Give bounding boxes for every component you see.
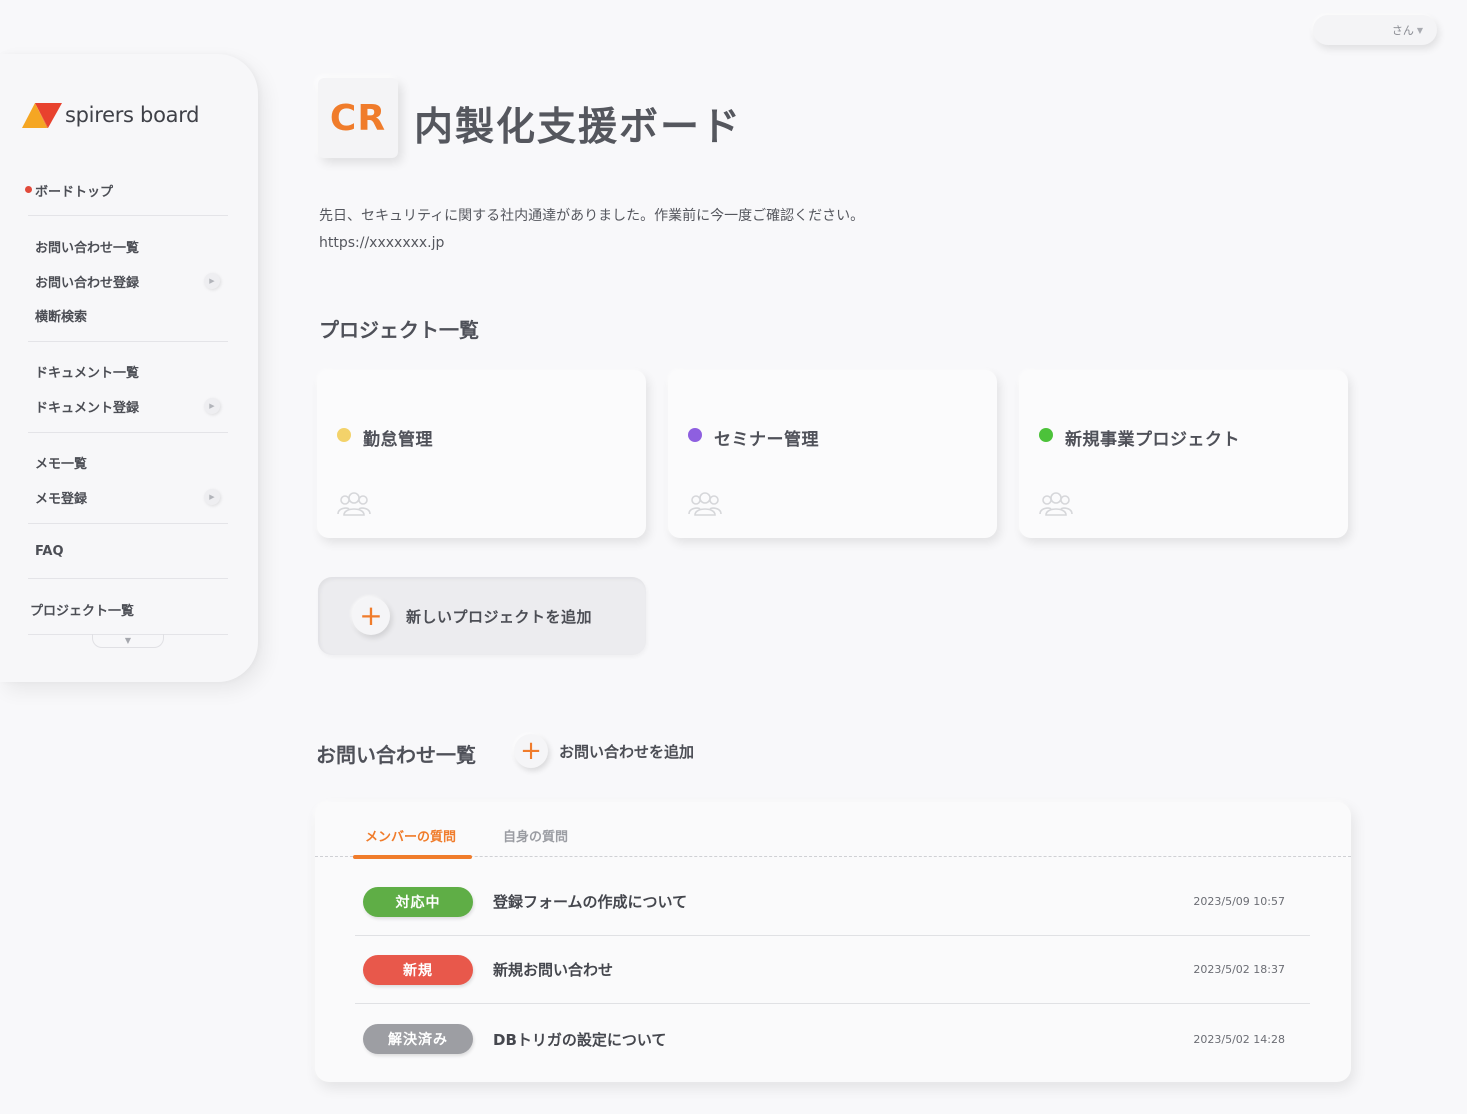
- sidebar-item-label: メモ登録: [35, 492, 88, 507]
- sidebar-item-label: メモ一覧: [35, 457, 88, 472]
- project-color-dot: [337, 428, 351, 442]
- add-project-button[interactable]: + 新しいプロジェクトを追加: [318, 577, 646, 655]
- status-badge: 新規: [363, 954, 473, 985]
- add-project-label: 新しいプロジェクトを追加: [406, 607, 593, 626]
- sidebar-item-label: ドキュメント一覧: [35, 366, 140, 381]
- sidebar-divider: [28, 578, 228, 579]
- inquiry-date: 2023/5/02 14:28: [1193, 1032, 1285, 1046]
- sidebar-item-cross-search[interactable]: 横断検索: [35, 306, 87, 325]
- user-menu[interactable]: さん ▼: [1313, 15, 1437, 45]
- page-title: 内製化支援ボード: [414, 105, 743, 150]
- logo-icon: [22, 103, 62, 128]
- members-icon: [1039, 492, 1073, 516]
- sidebar-item-project-list[interactable]: プロジェクト一覧: [30, 600, 134, 619]
- sidebar-divider: [28, 215, 228, 216]
- project-color-dot: [1039, 428, 1053, 442]
- inquiry-row[interactable]: 新規 新規お問い合わせ 2023/5/02 18:37: [355, 936, 1310, 1004]
- inquiry-row[interactable]: 対応中 登録フォームの作成について 2023/5/09 10:57: [355, 868, 1310, 936]
- project-card[interactable]: 勤怠管理: [317, 370, 646, 538]
- inquiry-title: 新規お問い合わせ: [493, 961, 614, 979]
- board-badge: CR: [318, 78, 398, 158]
- inquiry-title: 登録フォームの作成について: [493, 893, 688, 911]
- project-name: 勤怠管理: [363, 430, 433, 450]
- sidebar: spirers board ボードトップ お問い合わせ一覧 お問い合わせ登録 ▶…: [0, 54, 258, 682]
- members-icon: [337, 492, 371, 516]
- plus-icon: +: [352, 597, 390, 635]
- sidebar-item-inquiry-register[interactable]: お問い合わせ登録: [35, 272, 139, 291]
- status-badge: 解決済み: [363, 1024, 473, 1054]
- projects-section-title: プロジェクト一覧: [319, 318, 479, 342]
- sidebar-item-memo-register[interactable]: メモ登録: [35, 488, 87, 507]
- sidebar-item-faq[interactable]: FAQ: [35, 544, 64, 559]
- inquiry-date: 2023/5/02 18:37: [1193, 963, 1285, 976]
- sidebar-item-label: 横断検索: [35, 310, 88, 325]
- play-icon[interactable]: ▶: [204, 273, 220, 289]
- inquiry-row[interactable]: 解決済み DBトリガの設定について 2023/5/02 14:28: [355, 1005, 1310, 1073]
- sidebar-divider: [28, 432, 228, 433]
- sidebar-item-label: ドキュメント登録: [35, 401, 140, 416]
- inquiry-date: 2023/5/09 10:57: [1193, 895, 1285, 908]
- project-card[interactable]: 新規事業プロジェクト: [1019, 370, 1348, 538]
- sidebar-expand-toggle[interactable]: ▼: [92, 634, 164, 648]
- logo[interactable]: spirers board: [22, 100, 200, 130]
- chevron-down-icon: ▼: [1416, 25, 1423, 35]
- project-card[interactable]: セミナー管理: [668, 370, 997, 538]
- play-icon[interactable]: ▶: [204, 398, 220, 414]
- sidebar-item-board-top[interactable]: ボードトップ: [24, 181, 114, 200]
- project-color-dot: [688, 428, 702, 442]
- inquiries-panel: メンバーの質問 自身の質問 対応中 登録フォームの作成について 2023/5/0…: [315, 802, 1351, 1082]
- board-notice: 先日、セキュリティに関する社内通達がありました。作業前に今一度ご確認ください。: [319, 208, 865, 224]
- user-name: さん: [1391, 24, 1414, 37]
- members-icon: [688, 492, 722, 516]
- inquiry-title: DBトリガの設定について: [493, 1030, 667, 1049]
- sidebar-item-inquiry-list[interactable]: お問い合わせ一覧: [35, 237, 139, 256]
- tab-my-questions[interactable]: 自身の質問: [503, 826, 568, 845]
- sidebar-item-document-register[interactable]: ドキュメント登録: [35, 397, 139, 416]
- active-tab-indicator: [353, 855, 472, 859]
- sidebar-divider: [28, 341, 228, 342]
- status-badge: 対応中: [363, 886, 473, 917]
- sidebar-item-label: プロジェクト一覧: [30, 604, 135, 619]
- sidebar-item-label: お問い合わせ一覧: [35, 241, 140, 256]
- sidebar-divider: [28, 523, 228, 524]
- board-notice-url[interactable]: https://xxxxxxx.jp: [319, 235, 444, 251]
- tab-member-questions[interactable]: メンバーの質問: [365, 826, 456, 845]
- project-name: 新規事業プロジェクト: [1065, 430, 1240, 450]
- inquiries-section-title: お問い合わせ一覧: [316, 743, 476, 767]
- sidebar-item-memo-list[interactable]: メモ一覧: [35, 453, 87, 472]
- plus-icon: +: [514, 734, 548, 768]
- add-inquiry-button[interactable]: + お問い合わせを追加: [514, 734, 694, 768]
- play-icon[interactable]: ▶: [204, 489, 220, 505]
- logo-text: spirers board: [65, 103, 200, 127]
- sidebar-item-label: FAQ: [35, 544, 64, 559]
- add-inquiry-label: お問い合わせを追加: [559, 742, 695, 761]
- sidebar-item-label: ボードトップ: [35, 185, 114, 200]
- sidebar-item-document-list[interactable]: ドキュメント一覧: [35, 362, 139, 381]
- sidebar-item-label: お問い合わせ登録: [35, 276, 140, 291]
- project-name: セミナー管理: [714, 430, 819, 450]
- chevron-down-icon: ▼: [124, 635, 132, 645]
